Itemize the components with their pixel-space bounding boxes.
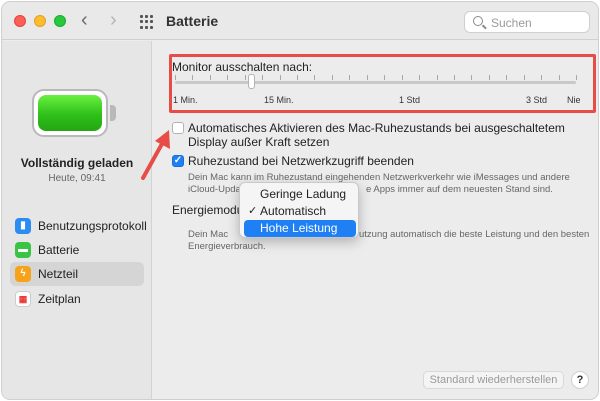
annotation-arrow-icon	[141, 130, 170, 180]
preferences-window: ‹ › Batterie Suchen Vollständig geladen …	[1, 1, 599, 400]
